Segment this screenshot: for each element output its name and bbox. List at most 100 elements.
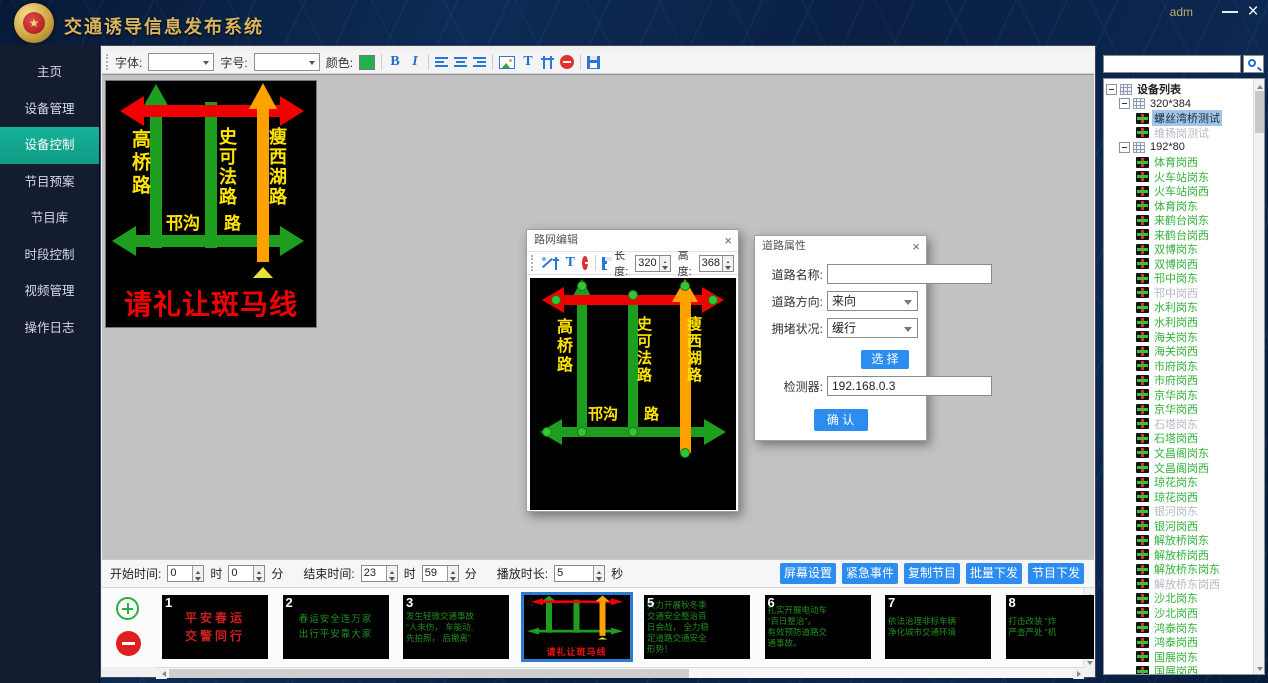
- detector-input[interactable]: [827, 376, 992, 396]
- tree-device[interactable]: 银河岗西: [1106, 518, 1253, 533]
- insert-text-icon[interactable]: T: [521, 54, 535, 70]
- tree-device[interactable]: 火车站岗西: [1106, 184, 1253, 199]
- insert-image-icon[interactable]: [499, 56, 515, 69]
- sidebar-item-7[interactable]: 视频管理: [0, 273, 99, 310]
- scroll-right-icon[interactable]: [1073, 668, 1084, 679]
- tree-device[interactable]: 京华岗西: [1106, 402, 1253, 417]
- bold-button[interactable]: B: [388, 54, 402, 70]
- duration-spinner[interactable]: 5: [554, 565, 605, 582]
- draw-line-icon[interactable]: [540, 256, 546, 270]
- action-button-4[interactable]: 批量下发: [966, 563, 1022, 584]
- toolbar-grip[interactable]: [531, 255, 533, 271]
- tree-device[interactable]: 维扬岗测试: [1106, 126, 1253, 141]
- tree-device[interactable]: 市府岗东: [1106, 358, 1253, 373]
- sidebar-item-4[interactable]: 节目预案: [0, 164, 99, 201]
- tree-device[interactable]: 海关岗东: [1106, 329, 1253, 344]
- tree-device[interactable]: 京华岗东: [1106, 387, 1253, 402]
- road-direction-select[interactable]: 来向: [827, 291, 918, 311]
- length-spinner[interactable]: 320: [635, 255, 670, 272]
- delete-icon[interactable]: [560, 55, 574, 69]
- tree-device[interactable]: 来鹤台岗西: [1106, 227, 1253, 242]
- action-button-1[interactable]: 屏幕设置: [780, 563, 836, 584]
- dialog-close-icon[interactable]: ×: [724, 230, 732, 251]
- action-button-3[interactable]: 复制节目: [904, 563, 960, 584]
- tree-group-2[interactable]: 192*80: [1106, 140, 1253, 155]
- close-icon[interactable]: ×: [1244, 0, 1262, 24]
- program-thumbnail-3[interactable]: 3发生轻微交通事故“人未伤， 车能动,先拍照， 后撤离”: [403, 595, 509, 659]
- tree-device[interactable]: 双博岗东: [1106, 242, 1253, 257]
- action-button-2[interactable]: 紧急事件: [842, 563, 898, 584]
- height-spinner[interactable]: 368: [699, 255, 734, 272]
- tree-device[interactable]: 国展岗西: [1106, 664, 1253, 674]
- tree-device[interactable]: 国展岗东: [1106, 649, 1253, 664]
- collapse-icon[interactable]: [1119, 142, 1130, 153]
- tree-device[interactable]: 体育岗东: [1106, 198, 1253, 213]
- choose-button[interactable]: 选 择: [861, 350, 909, 369]
- horizontal-scrollbar[interactable]: [156, 667, 1084, 678]
- scrollbar-thumb[interactable]: [1255, 91, 1264, 133]
- tree-root[interactable]: 设备列表: [1106, 82, 1253, 97]
- text-tool-icon[interactable]: T: [566, 255, 575, 271]
- tree-device[interactable]: 解放桥岗东: [1106, 533, 1253, 548]
- insert-road-icon[interactable]: [541, 56, 554, 69]
- collapse-icon[interactable]: [1119, 98, 1130, 109]
- tree-device[interactable]: 琼花岗西: [1106, 489, 1253, 504]
- tree-device[interactable]: 沙北岗西: [1106, 606, 1253, 621]
- tree-device[interactable]: 螺丝湾桥测试: [1106, 111, 1253, 126]
- tree-device[interactable]: 文昌阁岗西: [1106, 460, 1253, 475]
- scroll-down-icon[interactable]: [1254, 663, 1264, 674]
- tree-device[interactable]: 火车站岗东: [1106, 169, 1253, 184]
- program-thumbnail-4[interactable]: 4请礼让斑马线: [524, 595, 630, 659]
- color-swatch[interactable]: [359, 55, 375, 70]
- tree-device[interactable]: 海关岗西: [1106, 344, 1253, 359]
- add-program-button[interactable]: [116, 597, 139, 620]
- dialog-close-icon[interactable]: ×: [912, 236, 920, 257]
- font-select[interactable]: [148, 53, 214, 71]
- tree-device[interactable]: 邗中岗西: [1106, 286, 1253, 301]
- road-edit-canvas[interactable]: 高桥路 史可法路 瘦西湖路 邗沟 路: [530, 278, 736, 510]
- tree-device[interactable]: 石塔岗东: [1106, 417, 1253, 432]
- program-thumbnail-5[interactable]: 5大力开展秋冬季交通安全整治百日会战， 全力稳定道路交通安全形势！: [644, 595, 750, 659]
- delete-icon[interactable]: [582, 256, 588, 270]
- tree-device[interactable]: 水利岗东: [1106, 300, 1253, 315]
- tree-device[interactable]: 体育岗西: [1106, 155, 1253, 170]
- tree-device[interactable]: 文昌阁岗东: [1106, 446, 1253, 461]
- start-hour-spinner[interactable]: 0: [167, 565, 204, 582]
- align-right-icon[interactable]: [473, 57, 486, 68]
- tree-device[interactable]: 银河岗东: [1106, 504, 1253, 519]
- road-name-input[interactable]: [827, 264, 992, 284]
- program-thumbnail-6[interactable]: 6扎实开展电动车“百日整治”，有效预防道路交通事故。: [765, 595, 871, 659]
- align-left-icon[interactable]: [435, 57, 448, 68]
- sidebar-item-8[interactable]: 操作日志: [0, 310, 99, 347]
- sidebar-item-2[interactable]: 设备管理: [0, 91, 99, 128]
- tree-device[interactable]: 解放桥岗西: [1106, 548, 1253, 563]
- sidebar-item-3[interactable]: 设备控制: [0, 127, 99, 164]
- toolbar-grip[interactable]: [106, 54, 109, 70]
- scroll-up-icon[interactable]: [1254, 79, 1264, 90]
- program-thumbnail-8[interactable]: 8打击改装 “炸严查严处 “机: [1006, 595, 1095, 659]
- tree-device[interactable]: 鸿泰岗西: [1106, 635, 1253, 650]
- confirm-button[interactable]: 确 认: [814, 409, 868, 431]
- tree-device[interactable]: 解放桥东岗东: [1106, 562, 1253, 577]
- collapse-icon[interactable]: [1106, 84, 1117, 95]
- save-icon[interactable]: [587, 56, 600, 69]
- italic-button[interactable]: I: [408, 54, 422, 70]
- search-button[interactable]: [1243, 55, 1264, 73]
- scroll-left-icon[interactable]: [156, 668, 167, 679]
- add-road-icon[interactable]: [553, 257, 558, 270]
- scrollbar-thumb[interactable]: [169, 669, 689, 678]
- minimize-icon[interactable]: [1222, 11, 1238, 13]
- tree-device[interactable]: 来鹤台岗东: [1106, 213, 1253, 228]
- save-icon[interactable]: [602, 257, 607, 270]
- program-thumbnail-2[interactable]: 2春运安全连万家出行平安靠大家: [283, 595, 389, 659]
- tree-scrollbar[interactable]: [1253, 79, 1264, 674]
- tree-device[interactable]: 邗中岗东: [1106, 271, 1253, 286]
- tree-device[interactable]: 石塔岗西: [1106, 431, 1253, 446]
- start-minute-spinner[interactable]: 0: [228, 565, 265, 582]
- remove-program-button[interactable]: [116, 631, 141, 656]
- end-hour-spinner[interactable]: 23: [361, 565, 398, 582]
- tree-device[interactable]: 沙北岗东: [1106, 591, 1253, 606]
- program-thumbnail-7[interactable]: 7依法治理非标车辆净化城市交通环境: [885, 595, 991, 659]
- tree-device[interactable]: 琼花岗东: [1106, 475, 1253, 490]
- program-thumbnail-1[interactable]: 1平安春运交警同行: [162, 595, 268, 659]
